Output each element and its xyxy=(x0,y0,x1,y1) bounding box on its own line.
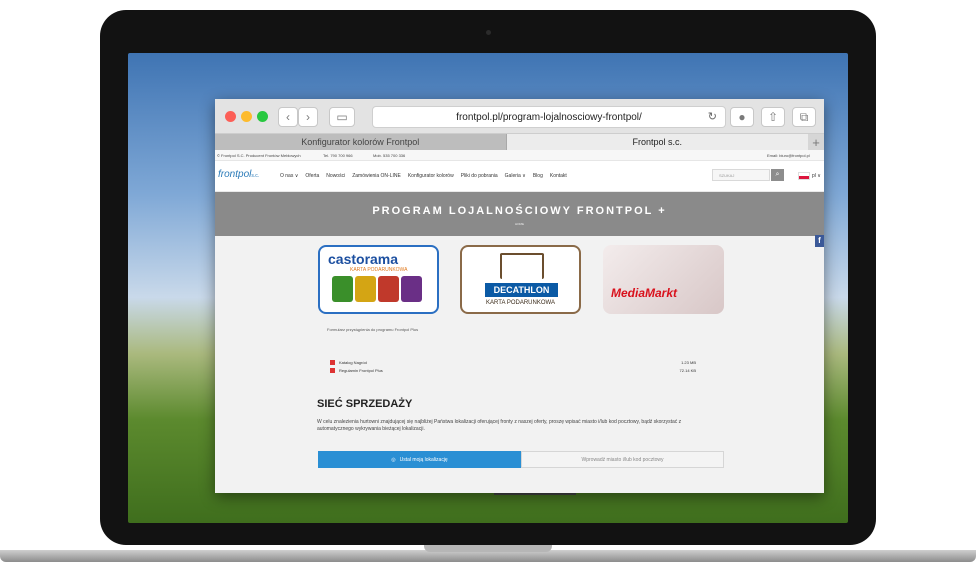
menu-item-oferta[interactable]: Oferta xyxy=(305,173,319,179)
laptop-base xyxy=(0,545,976,562)
menu-item-nowosci[interactable]: Nowości xyxy=(326,173,345,179)
chevron-right-icon: › xyxy=(306,110,310,124)
url-text: frontpol.pl/program-lojalnosciowy-frontp… xyxy=(456,111,642,123)
main-menu: O nas ∨ Oferta Nowości Zamówienia ON-LIN… xyxy=(280,173,567,179)
breadcrumb[interactable]: HOME xyxy=(215,222,824,226)
site-nav: frontpols.c. O nas ∨ Oferta Nowości Zamó… xyxy=(215,161,824,192)
site-files-0-size: 1.23 MB xyxy=(681,360,696,365)
castorama-card[interactable]: castorama KARTA PODARUNKOWA xyxy=(318,245,439,314)
zoom-window-button[interactable] xyxy=(257,111,268,122)
paint-cans-image xyxy=(332,276,422,302)
pdf-icon xyxy=(330,368,335,373)
menu-item-blog[interactable]: Blog xyxy=(533,173,543,179)
files-list: Katalog Nagród 1.23 MB Regulamin Frontpo… xyxy=(330,359,696,375)
mediamarkt-card[interactable]: MediaMarkt xyxy=(603,245,724,314)
download-icon: ● xyxy=(738,110,746,124)
paint-can-red xyxy=(378,276,399,302)
site-locate-tabs-1-label: Wprowadź miasto i/lub kod pocztowy xyxy=(581,456,664,463)
castorama-logo: castorama xyxy=(328,251,399,267)
menu-item-zamowienia[interactable]: Zamówienia ON-LINE xyxy=(352,173,401,179)
back-button[interactable]: ‹ xyxy=(278,107,298,127)
decathlon-logo: DECATHLON xyxy=(485,283,558,297)
section-text: W celu znalezienia hurtowni znajdującej … xyxy=(317,419,682,432)
page-title: PROGRAM LOJALNOŚCIOWY FRONTPOL + xyxy=(372,205,667,217)
tab-frontpol[interactable]: Frontpol s.c. xyxy=(506,134,809,150)
target-icon: ◎ xyxy=(391,456,396,463)
form-link[interactable]: Formularz przystąpienia do programu Fron… xyxy=(327,327,418,332)
decathlon-sub: KARTA PODARUNKOWA xyxy=(486,300,555,306)
page-hero: PROGRAM LOJALNOŚCIOWY FRONTPOL + HOME xyxy=(215,192,824,236)
menu-item-pliki[interactable]: Pliki do pobrania xyxy=(461,173,498,179)
site-files-1-size: 72.14 KB xyxy=(679,368,696,373)
dock xyxy=(494,493,576,495)
company-text: © Frontpol S.C. Producent Frontów Meblow… xyxy=(217,153,301,158)
chevron-left-icon: ‹ xyxy=(286,110,290,124)
tab-konfigurator[interactable]: Konfigurator kolorów Frontpol xyxy=(215,134,507,150)
file-row[interactable]: Katalog Nagród 1.23 MB xyxy=(330,359,696,367)
menu-item-konfigurator[interactable]: Konfigurator kolorów xyxy=(408,173,454,179)
enter-city-tab[interactable]: Wprowadź miasto i/lub kod pocztowy xyxy=(521,451,724,468)
browser-window: ‹ › ▭ frontpol.pl/program-lojalnosciowy-… xyxy=(215,99,824,493)
mobile-text[interactable]: Mob. 535 700 336 xyxy=(373,153,405,158)
castorama-sub: KARTA PODARUNKOWA xyxy=(350,267,408,273)
downloads-button[interactable]: ● xyxy=(730,107,754,127)
address-bar[interactable]: frontpol.pl/program-lojalnosciowy-frontp… xyxy=(372,106,726,128)
menu-item-galeria[interactable]: Galeria ∨ xyxy=(505,173,526,179)
tabs-overview-button[interactable]: ⧉ xyxy=(792,107,816,127)
language-select[interactable]: pl ∨ xyxy=(798,172,821,180)
mediamarkt-logo: MediaMarkt xyxy=(611,286,678,300)
decathlon-card[interactable]: DECATHLON KARTA PODARUNKOWA xyxy=(460,245,581,314)
phone-text[interactable]: Tel. 790 700 966 xyxy=(323,153,353,158)
site-locate-tabs-0-label: Ustal moją lokalizację xyxy=(399,456,448,463)
search-icon: ⌕ xyxy=(775,171,780,178)
search-input[interactable]: SZUKAJ xyxy=(712,169,770,181)
paint-can-green xyxy=(332,276,353,302)
paint-can-purple xyxy=(401,276,422,302)
tab-bar: Konfigurator kolorów Frontpol Frontpol s… xyxy=(215,134,824,150)
search-button[interactable]: ⌕ xyxy=(771,169,784,181)
menu-item-kontakt[interactable]: Kontakt xyxy=(550,173,567,179)
locate-me-button[interactable]: ◎ Ustal moją lokalizację xyxy=(318,451,521,468)
minimize-window-button[interactable] xyxy=(241,111,252,122)
site-files-1-name[interactable]: Regulamin Frontpol Plus xyxy=(339,368,383,373)
share-icon: ⇧ xyxy=(767,110,779,124)
site-logo-suffix: s.c. xyxy=(251,173,260,179)
forward-button[interactable]: › xyxy=(298,107,318,127)
contact-strip: © Frontpol S.C. Producent Frontów Meblow… xyxy=(215,150,824,161)
sidebar-toggle-button[interactable]: ▭ xyxy=(329,107,355,127)
pdf-icon xyxy=(330,360,335,365)
tabs-icon: ⧉ xyxy=(799,109,809,124)
file-row[interactable]: Regulamin Frontpol Plus 72.14 KB xyxy=(330,367,696,375)
email-text[interactable]: Email: biuro@frontpol.pl xyxy=(767,153,810,158)
location-tabs: ◎ Ustal moją lokalizację Wprowadź miasto … xyxy=(318,451,724,468)
site-logo-main: frontpol xyxy=(218,169,252,180)
gift-icon xyxy=(500,253,544,279)
menu-item-o-nas[interactable]: O nas ∨ xyxy=(280,173,298,179)
page-content: castorama KARTA PODARUNKOWA DECATHLON KA… xyxy=(215,233,824,493)
browser-toolbar: ‹ › ▭ frontpol.pl/program-lojalnosciowy-… xyxy=(215,99,824,134)
laptop-base-notch xyxy=(424,545,552,552)
site-logo[interactable]: frontpols.c. xyxy=(218,169,259,180)
site-language: pl ∨ xyxy=(812,173,821,179)
close-window-button[interactable] xyxy=(225,111,236,122)
camera xyxy=(486,30,491,35)
section-title: SIEĆ SPRZEDAŻY xyxy=(317,398,413,410)
paint-can-yellow xyxy=(355,276,376,302)
poland-flag-icon xyxy=(798,172,810,180)
new-tab-button[interactable]: + xyxy=(808,134,824,150)
reload-icon[interactable]: ↻ xyxy=(708,110,717,123)
share-button[interactable]: ⇧ xyxy=(761,107,785,127)
sidebar-icon: ▭ xyxy=(336,110,348,124)
site-files-0-name[interactable]: Katalog Nagród xyxy=(339,360,367,365)
